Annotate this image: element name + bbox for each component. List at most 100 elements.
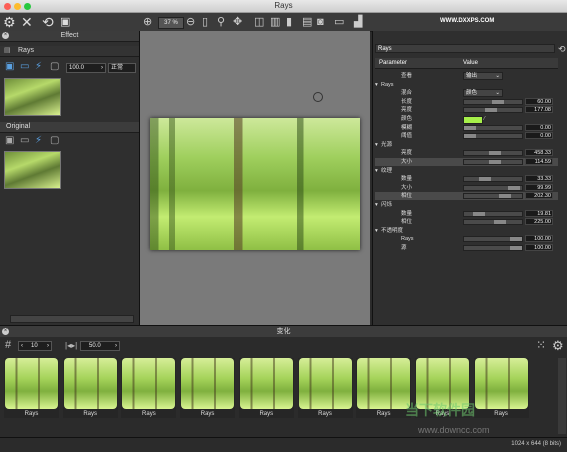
value-slider[interactable] bbox=[463, 193, 523, 200]
close-icon[interactable]: ✕ bbox=[21, 14, 33, 30]
slider-knob[interactable] bbox=[464, 134, 476, 139]
value-field[interactable]: 177.08 bbox=[525, 106, 553, 114]
gear-icon[interactable]: ⚙ bbox=[3, 14, 16, 30]
monitor-icon[interactable]: ▭ bbox=[20, 61, 29, 72]
variation-thumbnail[interactable]: Rays bbox=[4, 358, 59, 418]
disclosure-icon[interactable]: ▾ bbox=[375, 81, 378, 89]
value-field[interactable]: 458.33 bbox=[525, 149, 553, 157]
effect-thumbnail[interactable] bbox=[4, 78, 61, 116]
monitor-icon[interactable]: ▭ bbox=[20, 135, 29, 146]
variation-thumbnail[interactable]: Rays bbox=[473, 358, 529, 418]
slider-knob[interactable] bbox=[492, 99, 504, 104]
value-slider[interactable] bbox=[463, 245, 523, 251]
value-slider[interactable] bbox=[463, 236, 523, 243]
lightning-icon[interactable]: ⚡ bbox=[35, 61, 42, 72]
camera-icon[interactable]: ◙ bbox=[317, 16, 324, 28]
value-slider[interactable] bbox=[463, 184, 523, 191]
value-slider[interactable] bbox=[463, 98, 523, 105]
value-field[interactable]: 225.00 bbox=[525, 218, 553, 226]
preview-image[interactable] bbox=[150, 118, 360, 250]
slider-knob[interactable] bbox=[473, 211, 485, 216]
vertical-scrollbar[interactable] bbox=[558, 358, 566, 434]
light-source-handle[interactable] bbox=[313, 92, 323, 102]
variation-thumbnail[interactable]: Rays bbox=[238, 358, 294, 418]
zoom-out-icon[interactable]: ⊖ bbox=[186, 16, 195, 28]
frame-icon[interactable]: ▢ bbox=[50, 61, 59, 72]
value-field[interactable]: 114.59 bbox=[525, 158, 553, 165]
layout-icon[interactable]: ▤ bbox=[302, 16, 312, 28]
value-field[interactable]: 99.99 bbox=[525, 183, 553, 191]
variation-thumbnail[interactable]: Rays bbox=[297, 358, 353, 418]
value-slider[interactable] bbox=[463, 210, 523, 217]
variation-amount-field[interactable]: 50.0 › bbox=[80, 341, 120, 351]
effect-name[interactable]: Rays bbox=[18, 46, 34, 56]
value-select[interactable]: 颜色 ⌄ bbox=[463, 89, 503, 98]
value-slider[interactable] bbox=[463, 107, 523, 114]
horizontal-scrollbar[interactable] bbox=[10, 315, 134, 323]
fit-icon[interactable]: ▯ bbox=[202, 16, 208, 28]
opacity-field[interactable]: 100.0 › bbox=[66, 63, 106, 73]
refresh-icon[interactable]: ⟲ bbox=[558, 44, 566, 55]
value-slider[interactable] bbox=[463, 219, 523, 226]
value-slider[interactable] bbox=[463, 159, 523, 165]
value-slider[interactable] bbox=[463, 150, 523, 157]
slider-knob[interactable] bbox=[508, 185, 520, 190]
zoom-in-icon[interactable]: ⊕ bbox=[143, 16, 152, 28]
slider-knob[interactable] bbox=[489, 151, 501, 156]
parameter-group[interactable]: ▾ 纹理 bbox=[375, 167, 558, 175]
disclosure-icon[interactable]: ▾ bbox=[375, 227, 378, 235]
variation-thumbnail[interactable]: Rays bbox=[356, 358, 412, 418]
slider-knob[interactable] bbox=[464, 125, 476, 130]
preview-icon[interactable]: ▭ bbox=[334, 16, 344, 28]
magnifier-icon[interactable]: ⚲ bbox=[217, 16, 225, 28]
frame-icon[interactable]: ▢ bbox=[50, 135, 59, 146]
eyedropper-icon[interactable]: ⁄ bbox=[484, 115, 485, 123]
value-slider[interactable] bbox=[463, 133, 523, 140]
slider-knob[interactable] bbox=[499, 194, 511, 199]
blend-mode-select[interactable]: 正常 bbox=[108, 63, 136, 73]
mask-icon[interactable]: ▣ bbox=[5, 135, 14, 146]
refresh-icon[interactable]: ⟲ bbox=[42, 14, 54, 30]
mask-icon[interactable]: ▣ bbox=[5, 61, 14, 72]
gear-icon[interactable]: ⚙ bbox=[552, 338, 564, 354]
side-by-side-icon[interactable]: ▥ bbox=[270, 16, 280, 28]
value-select[interactable]: 输出 ⌄ bbox=[463, 72, 503, 80]
slider-knob[interactable] bbox=[510, 246, 522, 250]
preset-name-field[interactable]: Rays bbox=[375, 44, 555, 53]
slider-knob[interactable] bbox=[510, 237, 522, 242]
variation-count-field[interactable]: 10 ‹ › bbox=[18, 341, 52, 351]
parameter-group[interactable]: ▾ 闪烁 bbox=[375, 201, 558, 209]
original-thumbnail[interactable] bbox=[4, 151, 61, 189]
variation-thumbnail[interactable]: Rays bbox=[180, 358, 236, 418]
parameter-group[interactable]: ▾ Rays bbox=[375, 81, 558, 89]
variation-thumbnail[interactable]: Rays bbox=[121, 358, 177, 418]
parameter-group[interactable]: ▾ 光源 bbox=[375, 141, 558, 149]
disclosure-icon[interactable]: ▾ bbox=[375, 167, 378, 175]
slider-knob[interactable] bbox=[479, 177, 491, 182]
value-field[interactable]: 100.00 bbox=[525, 244, 553, 251]
frame-icon[interactable]: ▣ bbox=[60, 14, 70, 30]
slider-knob[interactable] bbox=[485, 108, 497, 113]
disclosure-icon[interactable]: ▾ bbox=[375, 201, 378, 209]
slider-knob[interactable] bbox=[494, 220, 506, 225]
zoom-field[interactable]: 37 % bbox=[158, 17, 184, 29]
pan-icon[interactable]: ✥ bbox=[233, 16, 242, 28]
grid-icon[interactable]: ⁙ bbox=[536, 338, 546, 352]
disclosure-icon[interactable]: ▾ bbox=[375, 141, 378, 149]
value-slider[interactable] bbox=[463, 176, 523, 183]
value-slider[interactable] bbox=[463, 124, 523, 131]
value-field[interactable]: 0.00 bbox=[525, 132, 553, 140]
lightning-icon[interactable]: ⚡ bbox=[35, 135, 42, 146]
single-view-icon[interactable]: ▮ bbox=[286, 16, 292, 28]
value-field[interactable]: 19.81 bbox=[525, 209, 553, 217]
variation-thumbnail[interactable]: Rays bbox=[62, 358, 118, 418]
histogram-icon[interactable]: ▟ bbox=[354, 16, 362, 28]
value-field[interactable]: 100.00 bbox=[525, 235, 553, 243]
split-view-icon[interactable]: ◫ bbox=[254, 16, 264, 28]
value-field[interactable]: 202.30 bbox=[525, 192, 553, 200]
value-field[interactable]: 60.00 bbox=[525, 97, 553, 105]
value-field[interactable]: 33.33 bbox=[525, 175, 553, 183]
parameter-group[interactable]: ▾ 不透明度 bbox=[375, 227, 558, 235]
value-field[interactable]: 0.00 bbox=[525, 123, 553, 131]
slider-knob[interactable] bbox=[489, 160, 501, 164]
